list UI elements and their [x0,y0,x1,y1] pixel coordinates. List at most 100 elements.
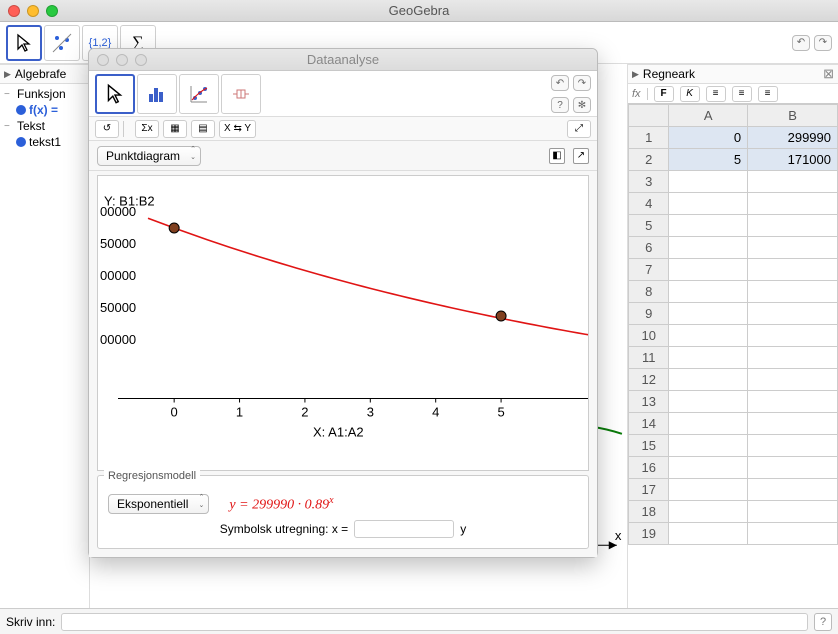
row-header[interactable]: 14 [629,413,669,435]
row-header[interactable]: 2 [629,149,669,171]
da-help-button[interactable]: ? [551,97,569,113]
panel-close-button[interactable]: ⊠ [823,66,834,82]
cell[interactable] [669,391,748,413]
italic-button[interactable]: K [680,86,700,102]
cell[interactable] [748,237,838,259]
align-left-button[interactable]: ≡ [706,86,726,102]
chart-area[interactable]: Y: B1:B20000050000000005000000000012345X… [97,175,589,471]
external-window-button[interactable]: ↗ [573,148,589,164]
cell[interactable] [748,303,838,325]
row-header[interactable]: 10 [629,325,669,347]
cell[interactable] [669,193,748,215]
table-row[interactable]: 16 [629,457,838,479]
tree-group-tekst[interactable]: − Tekst [0,118,89,134]
cell[interactable] [669,215,748,237]
da-tool-histogram[interactable] [137,74,177,114]
xy-swap-button[interactable]: X ⇆ Y [219,120,256,138]
symbolic-x-input[interactable] [354,520,454,538]
col-header-b[interactable]: B [748,105,838,127]
cell[interactable]: 5 [669,149,748,171]
table-row[interactable]: 25171000 [629,149,838,171]
cell[interactable] [748,369,838,391]
table-row[interactable]: 17 [629,479,838,501]
algebra-header[interactable]: ▶ Algebrafe [0,64,89,84]
cell[interactable] [748,391,838,413]
cell[interactable]: 0 [669,127,748,149]
table-row[interactable]: 12 [629,369,838,391]
cell[interactable] [748,523,838,545]
row-header[interactable]: 12 [629,369,669,391]
cell[interactable] [669,435,748,457]
da-close-button[interactable] [97,54,109,66]
tree-item-tekst1[interactable]: tekst1 [0,134,89,150]
da-tool-boxplot[interactable] [221,74,261,114]
window-zoom-button[interactable] [46,5,58,17]
align-right-button[interactable]: ≡ [758,86,778,102]
table-row[interactable]: 15 [629,435,838,457]
align-center-button[interactable]: ≡ [732,86,752,102]
da-undo-button[interactable]: ↶ [551,75,569,91]
table-row[interactable]: 8 [629,281,838,303]
da-zoom-button[interactable] [135,54,147,66]
da-titlebar[interactable]: Dataanalyse [89,49,597,71]
plot-type-select[interactable]: Punktdiagram [97,146,201,166]
cell[interactable] [748,479,838,501]
row-header[interactable]: 15 [629,435,669,457]
table-row[interactable]: 19 [629,523,838,545]
table-row[interactable]: 4 [629,193,838,215]
row-header[interactable]: 9 [629,303,669,325]
table-row[interactable]: 10299990 [629,127,838,149]
row-header[interactable]: 13 [629,391,669,413]
dock-button[interactable]: ⤢ [567,120,591,138]
cell[interactable]: 299990 [748,127,838,149]
table-row[interactable]: 6 [629,237,838,259]
visibility-dot-icon[interactable] [16,137,26,147]
da-tool-scatter[interactable] [179,74,219,114]
cell[interactable] [669,303,748,325]
row-header[interactable]: 7 [629,259,669,281]
row-header[interactable]: 18 [629,501,669,523]
cell[interactable] [669,413,748,435]
cell[interactable] [669,237,748,259]
table-row[interactable]: 9 [629,303,838,325]
cell[interactable] [669,501,748,523]
col-header-a[interactable]: A [669,105,748,127]
cell[interactable] [669,347,748,369]
bold-button[interactable]: F [654,86,674,102]
table-row[interactable]: 3 [629,171,838,193]
cell[interactable] [748,193,838,215]
table-row[interactable]: 13 [629,391,838,413]
visibility-dot-icon[interactable] [16,105,26,115]
cell[interactable] [669,479,748,501]
row-header[interactable]: 1 [629,127,669,149]
table-row[interactable]: 5 [629,215,838,237]
row-header[interactable]: 11 [629,347,669,369]
export-image-button[interactable]: ◧ [549,148,565,164]
command-input[interactable] [61,613,808,631]
table-row[interactable]: 18 [629,501,838,523]
cell[interactable] [748,347,838,369]
cell[interactable] [669,281,748,303]
row-header[interactable]: 17 [629,479,669,501]
regression-model-select[interactable]: Eksponentiell [108,494,209,514]
tool-pointer[interactable] [6,25,42,61]
help-button[interactable]: ? [814,613,832,631]
table-row[interactable]: 10 [629,325,838,347]
cell[interactable] [748,501,838,523]
row-header[interactable]: 4 [629,193,669,215]
tool-points[interactable] [44,25,80,61]
cell[interactable] [748,457,838,479]
da-minimize-button[interactable] [116,54,128,66]
grid-toggle-button[interactable]: ▦ [163,120,187,138]
cell[interactable] [748,435,838,457]
cell[interactable] [748,171,838,193]
swap-data-button[interactable]: ↺ [95,120,119,138]
row-header[interactable]: 19 [629,523,669,545]
cell[interactable] [669,171,748,193]
da-settings-button[interactable]: ✻ [573,97,591,113]
row-header[interactable]: 3 [629,171,669,193]
cell[interactable] [669,523,748,545]
cell[interactable] [748,259,838,281]
row-header[interactable]: 5 [629,215,669,237]
table-row[interactable]: 7 [629,259,838,281]
